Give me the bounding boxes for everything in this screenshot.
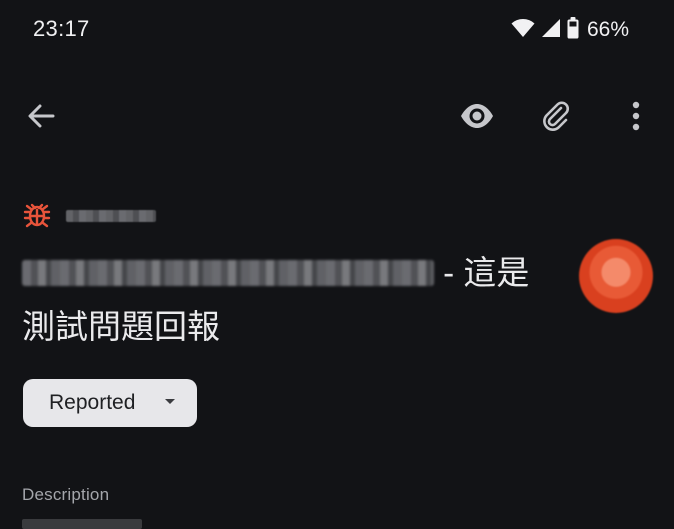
watch-button[interactable]	[455, 96, 499, 140]
bug-icon	[22, 198, 52, 233]
issue-type-row	[22, 198, 156, 233]
description-label: Description	[22, 485, 110, 504]
top-app-bar	[0, 92, 674, 144]
status-label: Reported	[49, 391, 136, 414]
description-text-redacted	[22, 519, 142, 529]
more-options-button[interactable]	[614, 96, 658, 140]
chevron-down-icon	[165, 399, 175, 404]
title-redacted	[22, 260, 434, 286]
battery-icon	[567, 16, 579, 44]
status-time: 23:17	[33, 16, 90, 41]
paperclip-icon	[541, 101, 571, 136]
status-bar: 23:17 66%	[0, 0, 674, 62]
status-dropdown-chip[interactable]: Reported	[23, 379, 197, 427]
back-arrow-icon	[26, 101, 56, 136]
status-icons: 66%	[511, 16, 629, 44]
issue-title: - 這是 測試問題回報	[22, 246, 562, 354]
title-suffix: - 這是	[443, 254, 530, 291]
wifi-icon	[511, 18, 535, 43]
project-name-redacted	[66, 209, 156, 222]
cell-signal-icon	[541, 18, 561, 43]
attach-button[interactable]	[534, 96, 578, 140]
eye-icon	[459, 103, 495, 134]
more-vert-icon	[632, 101, 640, 136]
avatar[interactable]	[579, 239, 653, 313]
back-button[interactable]	[19, 96, 63, 140]
title-line-2: 測試問題回報	[22, 308, 220, 345]
battery-percent: 66%	[586, 18, 629, 41]
